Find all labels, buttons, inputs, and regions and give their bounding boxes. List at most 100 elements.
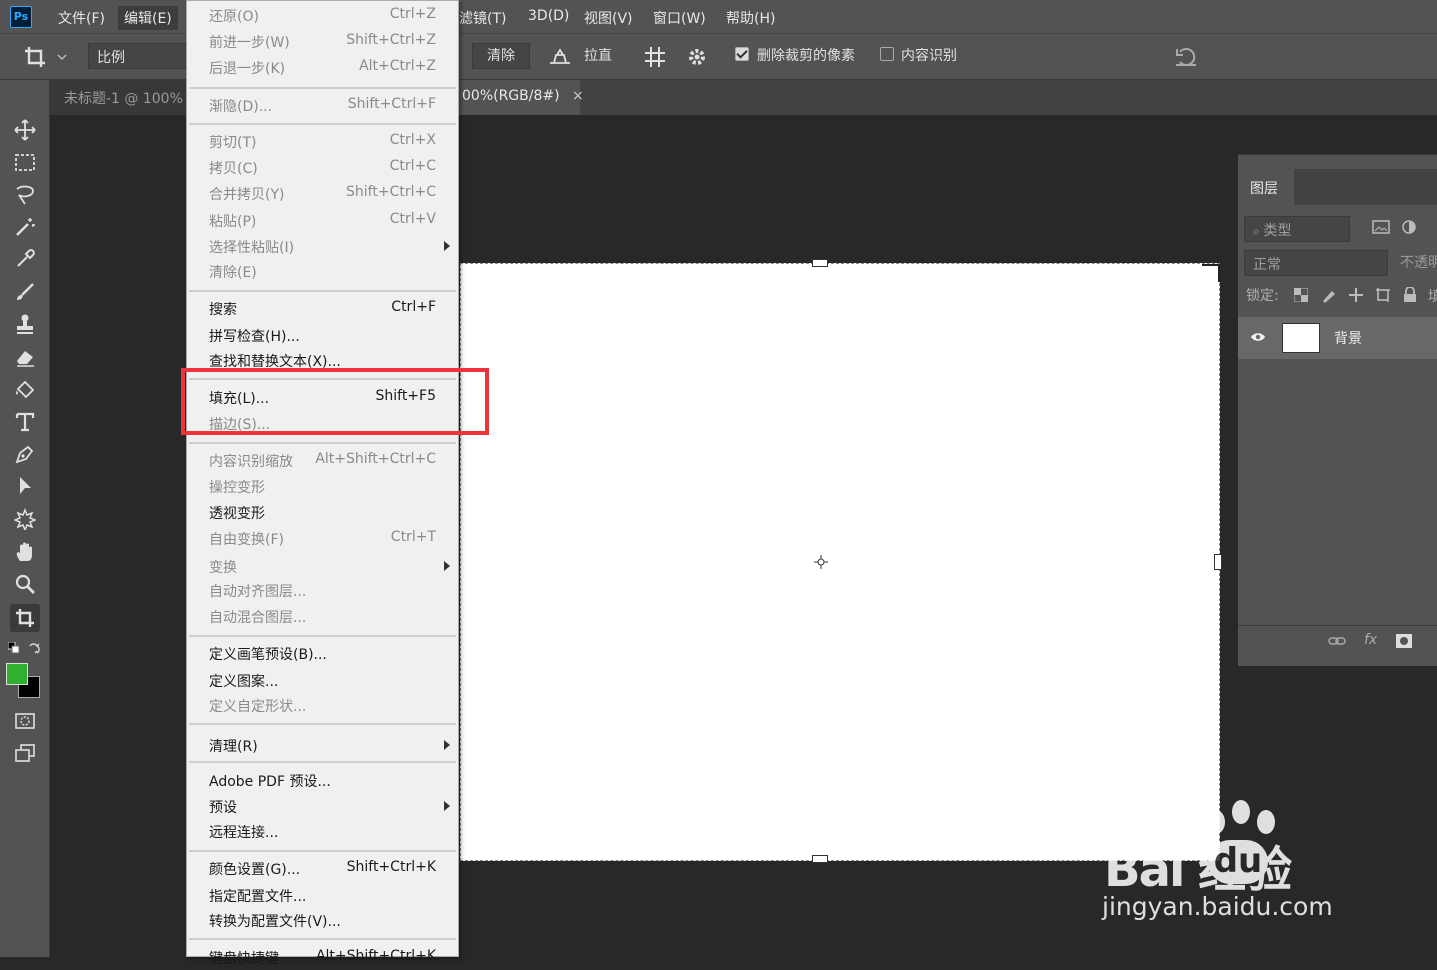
clear-button[interactable]: 清除 — [472, 43, 530, 69]
pen-icon[interactable] — [10, 440, 40, 468]
edit-menu-item[interactable]: 剪切(T) Ctrl+X — [187, 130, 458, 154]
submenu-arrow-icon — [444, 801, 450, 811]
edit-menu-item[interactable]: 转换为配置文件(V)... — [187, 909, 458, 933]
layer-row-background[interactable]: 背景 — [1238, 317, 1437, 359]
edit-menu-item[interactable]: 选择性粘贴(I) — [187, 235, 458, 259]
document-canvas[interactable] — [460, 259, 1222, 863]
crop-handle-top[interactable] — [812, 259, 828, 267]
eye-icon[interactable] — [1250, 331, 1266, 343]
edit-menu-item[interactable]: 搜索 Ctrl+F — [187, 297, 458, 321]
edit-menu-item[interactable]: 变换 — [187, 555, 458, 579]
lock-artboard-icon[interactable] — [1375, 287, 1391, 303]
edit-menu-item[interactable]: 定义画笔预设(B)... — [187, 642, 458, 666]
edit-menu-item[interactable]: 粘贴(P) Ctrl+V — [187, 209, 458, 233]
menu-edit[interactable]: 编辑(E) — [118, 6, 178, 30]
menu-item-label: 合并拷贝(Y) — [209, 187, 285, 203]
brush-icon[interactable] — [10, 278, 40, 306]
edit-menu-item[interactable]: 自动混合图层... — [187, 605, 458, 629]
lock-position-icon[interactable] — [1348, 287, 1364, 303]
edit-menu-item[interactable]: 透视变形 — [187, 501, 458, 525]
edit-menu-item[interactable]: 还原(O) Ctrl+Z — [187, 4, 458, 28]
ratio-select[interactable]: 比例 — [88, 43, 188, 69]
edit-menu-item[interactable]: 清除(E) — [187, 260, 458, 284]
edit-menu-item[interactable]: 预设 — [187, 795, 458, 819]
edit-menu-item[interactable]: 渐隐(D)... Shift+Ctrl+F — [187, 94, 458, 118]
stamp-icon[interactable] — [10, 310, 40, 338]
close-icon[interactable]: × — [572, 88, 584, 104]
menu-window[interactable]: 窗口(W) — [647, 6, 712, 30]
path-selection-icon[interactable] — [10, 472, 40, 500]
edit-menu-item[interactable]: 颜色设置(G)... Shift+Ctrl+K — [187, 857, 458, 881]
edit-menu-item[interactable]: 操控变形 — [187, 475, 458, 499]
edit-menu-item[interactable]: 前进一步(W) Shift+Ctrl+Z — [187, 30, 458, 54]
lock-image-icon[interactable] — [1321, 287, 1337, 303]
edit-menu-item[interactable]: 后退一步(K) Alt+Ctrl+Z — [187, 56, 458, 80]
menu-item-label: 搜索 — [209, 302, 237, 318]
reset-icon[interactable] — [1174, 46, 1198, 68]
edit-menu-item[interactable]: 自由变换(F) Ctrl+T — [187, 527, 458, 551]
crop-corner-top-right[interactable] — [1202, 264, 1220, 282]
edit-menu-item[interactable]: 清理(R) — [187, 734, 458, 758]
quick-mask-icon[interactable] — [10, 707, 40, 735]
crop-icon[interactable] — [10, 604, 40, 632]
menu-item-label: 定义自定形状... — [209, 699, 307, 715]
eyedropper-icon[interactable] — [10, 245, 40, 273]
blend-mode-select[interactable]: 正常 — [1244, 250, 1388, 276]
custom-shape-icon[interactable] — [10, 505, 40, 533]
crop-tool-preset-icon[interactable] — [22, 44, 68, 70]
delete-cropped-checkbox[interactable] — [735, 47, 749, 61]
crop-handle-right[interactable] — [1214, 554, 1222, 570]
hand-icon[interactable] — [10, 538, 40, 566]
move-icon[interactable] — [10, 116, 40, 144]
gear-icon[interactable] — [686, 46, 708, 68]
magic-wand-icon[interactable] — [10, 213, 40, 241]
layer-style-icon[interactable]: fx — [1364, 632, 1377, 648]
straighten-label[interactable]: 拉直 — [584, 45, 612, 65]
menu-3d[interactable]: 3D(D) — [522, 6, 575, 26]
screen-mode-icon[interactable] — [10, 739, 40, 767]
edit-menu-item[interactable]: 远程连接... — [187, 820, 458, 844]
menu-filter[interactable]: 滤镜(T) — [453, 6, 512, 30]
menu-separator — [189, 290, 456, 292]
paint-bucket-icon[interactable] — [10, 376, 40, 404]
menu-file[interactable]: 文件(F) — [52, 6, 111, 30]
lock-transparent-icon[interactable] — [1294, 288, 1308, 302]
menu-item-shortcut: Ctrl+T — [390, 529, 436, 545]
image-filter-icon[interactable] — [1372, 219, 1390, 235]
grid-overlay-icon[interactable] — [643, 45, 667, 69]
doc-tab-untitled[interactable]: 未标题-1 @ 100% — [50, 80, 197, 115]
link-layers-icon[interactable] — [1328, 635, 1346, 647]
straighten-icon[interactable] — [548, 48, 572, 66]
menu-help[interactable]: 帮助(H) — [720, 6, 781, 30]
foreground-color-swatch[interactable] — [6, 663, 28, 685]
layer-filter-select[interactable]: ⌕ 类型 — [1244, 216, 1350, 242]
edit-menu-item[interactable]: 拷贝(C) Ctrl+C — [187, 156, 458, 180]
edit-menu-item[interactable]: 定义自定形状... — [187, 694, 458, 718]
swap-colors-icon[interactable] — [28, 641, 42, 655]
edit-menu-item[interactable]: 内容识别缩放 Alt+Shift+Ctrl+C — [187, 449, 458, 473]
edit-menu-item[interactable]: Adobe PDF 预设... — [187, 769, 458, 793]
adjustment-filter-icon[interactable] — [1400, 219, 1418, 235]
edit-menu-item[interactable]: 指定配置文件... — [187, 884, 458, 908]
opacity-label: 不透明 — [1400, 255, 1437, 271]
menu-separator — [189, 723, 456, 725]
default-colors-icon[interactable] — [8, 642, 20, 654]
marquee-icon[interactable] — [10, 149, 40, 177]
lock-all-icon[interactable] — [1403, 287, 1417, 303]
zoom-icon[interactable] — [10, 570, 40, 598]
doc-tab-active[interactable]: 00%(RGB/8#) × — [458, 80, 584, 115]
menu-view[interactable]: 视图(V) — [578, 6, 639, 30]
edit-menu-item[interactable]: 键盘快捷键... Alt+Shift+Ctrl+K — [187, 946, 458, 970]
content-aware-checkbox[interactable] — [880, 47, 894, 61]
type-icon[interactable] — [10, 408, 40, 436]
layer-mask-icon[interactable] — [1396, 634, 1412, 648]
submenu-arrow-icon — [444, 561, 450, 571]
crop-handle-bottom[interactable] — [812, 855, 828, 863]
edit-menu-item[interactable]: 自动对齐图层... — [187, 579, 458, 603]
lasso-icon[interactable] — [10, 181, 40, 209]
edit-menu-item[interactable]: 定义图案... — [187, 669, 458, 693]
edit-menu-item[interactable]: 合并拷贝(Y) Shift+Ctrl+C — [187, 182, 458, 206]
edit-menu-item[interactable]: 拼写检查(H)... — [187, 324, 458, 348]
eraser-icon[interactable] — [10, 343, 40, 371]
tab-layers[interactable]: 图层 — [1238, 169, 1294, 205]
